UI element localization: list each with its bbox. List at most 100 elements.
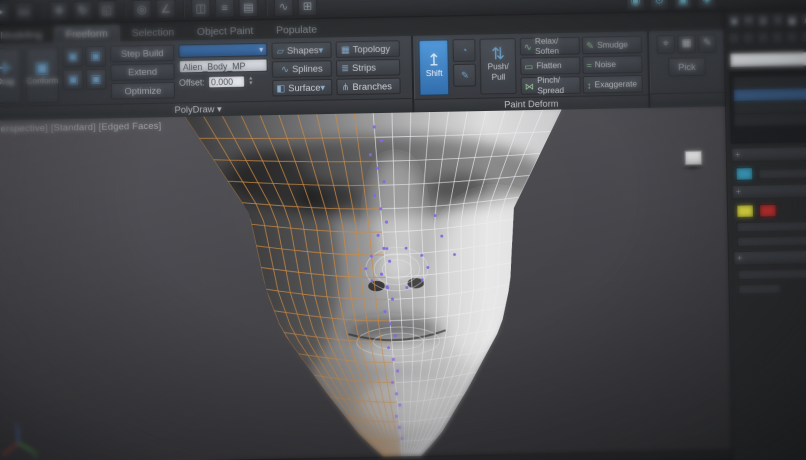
mirror-icon[interactable]: ◫ <box>190 0 211 19</box>
perspective-viewport[interactable]: [Perspective] [Standard] [Edged Faces] y… <box>0 106 732 460</box>
move-icon[interactable]: ✛ <box>49 1 70 22</box>
topology-button[interactable]: ▦ Topology <box>335 40 401 59</box>
push-pull-button[interactable]: ⇅ Push/ Pull <box>479 38 517 95</box>
render-setup-icon[interactable]: ⚙ <box>649 0 670 11</box>
draw-on-surface-dropdown[interactable]: Alien_Body_MP <box>178 58 268 74</box>
conform-label: Conform <box>26 75 59 86</box>
polydraw-brush-icon[interactable]: ▣ <box>85 68 107 90</box>
paint-options-icon[interactable]: ◔ <box>452 38 477 62</box>
layer-manager-icon[interactable]: ▤ <box>238 0 259 18</box>
surface-icon: ◧ <box>276 82 286 94</box>
modifier-list-dropdown[interactable] <box>729 50 806 69</box>
surface-button[interactable]: ◧ Surface ▾ <box>272 78 333 97</box>
shapes-button[interactable]: ▱ Shapes ▾ <box>271 41 332 60</box>
pinch-icon: ⋈ <box>524 80 535 92</box>
rollout-header[interactable]: + <box>730 146 806 163</box>
display-color-swatch[interactable] <box>735 166 754 181</box>
strips-button[interactable]: ≣ Strips <box>335 58 401 77</box>
wireframe-color-swatch[interactable] <box>758 203 777 218</box>
face-mesh-model[interactable] <box>181 109 581 460</box>
toolbar-separator <box>123 1 125 19</box>
pick-tool-icon[interactable]: ⌖ <box>656 34 676 54</box>
pick-button[interactable]: Pick <box>668 57 706 77</box>
paint-deform-panel: ↥ Shift ◔ ✎ ⇅ Push/ Pull ∿ Relax/ Soften <box>413 31 649 114</box>
stack-row-selected[interactable] <box>733 88 806 102</box>
category-icon[interactable] <box>727 31 741 45</box>
push-pull-icon: ⇅ <box>490 45 506 64</box>
surface-name: Alien_Body_MP <box>182 60 246 72</box>
tab-selection[interactable]: Selection <box>120 25 186 42</box>
stack-row[interactable] <box>733 75 806 89</box>
category-icon[interactable] <box>800 30 806 43</box>
tab-populate[interactable]: Populate <box>265 22 329 39</box>
render-production-icon[interactable]: ◈ <box>696 0 717 10</box>
select-icon[interactable]: ➤ <box>0 2 11 23</box>
mini-control[interactable] <box>737 268 806 281</box>
axis-z-label: z <box>14 422 19 430</box>
tab-modeling[interactable]: Modeling <box>0 27 54 44</box>
rollout-header[interactable]: + <box>731 183 806 200</box>
shift-button[interactable]: ↥ Shift <box>418 39 450 96</box>
spinner-arrows-icon[interactable]: ▲ ▼ <box>248 75 253 86</box>
viewport-label[interactable]: [Perspective] [Standard] [Edged Faces] <box>0 120 161 134</box>
topology-icon: ▦ <box>340 44 350 55</box>
rendered-frame-icon[interactable]: ▣ <box>673 0 694 11</box>
branches-button[interactable]: ⋔ Branches <box>336 77 401 96</box>
curve-editor-icon[interactable]: ∿ <box>273 0 294 17</box>
hierarchy-tab-icon[interactable]: ⊙ <box>756 13 771 29</box>
options-icon[interactable]: ▦ <box>677 34 697 54</box>
polydraw-brush-icon[interactable]: ▣ <box>62 46 84 68</box>
conform-button[interactable]: ▣ Conform <box>25 46 60 104</box>
polydraw-title-label: PolyDraw <box>174 103 215 115</box>
align-icon[interactable]: ≡ <box>214 0 235 18</box>
polydraw-brush-icon[interactable]: ▣ <box>85 45 107 67</box>
select-region-icon[interactable]: ▭ <box>13 1 34 22</box>
rotate-icon[interactable]: ↻ <box>72 0 93 21</box>
box-object[interactable] <box>684 150 703 166</box>
drag-button[interactable]: ✛ Drag <box>0 47 23 105</box>
material-editor-icon[interactable]: ◉ <box>625 0 646 12</box>
relax-soften-button[interactable]: ∿ Relax/ Soften <box>519 36 581 56</box>
category-icon[interactable] <box>771 30 784 44</box>
category-icon[interactable] <box>785 30 799 44</box>
display-tab-icon[interactable]: ▦ <box>785 12 800 28</box>
stack-row[interactable] <box>734 100 806 114</box>
pinch-spread-button[interactable]: ⋈ Pinch/ Spread <box>520 74 581 96</box>
mini-control[interactable] <box>758 167 806 179</box>
modifier-stack-list[interactable] <box>729 70 806 144</box>
extend-button[interactable]: Extend <box>110 63 175 81</box>
exaggerate-button[interactable]: ↕ Exaggerate <box>582 74 643 94</box>
category-icon[interactable] <box>742 31 755 45</box>
rollout-header[interactable]: + <box>732 249 806 266</box>
step-build-button[interactable]: Step Build <box>109 44 175 63</box>
selection-color-swatch[interactable] <box>736 204 755 219</box>
flatten-button[interactable]: ▭ Flatten <box>520 56 581 76</box>
stack-row[interactable] <box>734 113 806 126</box>
angle-snap-icon[interactable]: ∠ <box>155 0 176 20</box>
category-icon[interactable] <box>756 31 770 44</box>
brush-settings-icon[interactable]: ✎ <box>453 63 477 87</box>
snaps-toggle-icon[interactable]: ◎ <box>131 0 152 20</box>
tab-object-paint[interactable]: Object Paint <box>185 23 264 40</box>
exaggerate-icon: ↕ <box>586 79 592 90</box>
mini-control[interactable] <box>736 220 806 233</box>
tab-freeform[interactable]: Freeform <box>53 24 121 43</box>
scale-icon[interactable]: ◱ <box>96 0 117 21</box>
optimize-button[interactable]: Optimize <box>110 81 176 100</box>
smudge-button[interactable]: ✎ Smudge <box>581 35 643 55</box>
motion-tab-icon[interactable]: ◔ <box>770 13 785 28</box>
create-tab-icon[interactable]: ✚ <box>727 14 742 29</box>
schematic-view-icon[interactable]: ⊞ <box>297 0 318 17</box>
modify-tab-icon[interactable]: ◠ <box>741 13 756 29</box>
noise-button[interactable]: ≈ Noise <box>582 55 643 74</box>
surface-pick-field[interactable]: ▾ <box>178 42 268 58</box>
brush-icon[interactable]: ✎ <box>697 34 717 54</box>
surface-label: Surface <box>288 82 321 94</box>
pinch-label: Pinch/ Spread <box>537 74 565 96</box>
mini-control[interactable] <box>736 235 806 248</box>
offset-spinner[interactable]: 0.000 <box>207 75 246 89</box>
splines-button[interactable]: ∿ Splines <box>271 60 333 78</box>
mini-control[interactable] <box>737 283 782 295</box>
utilities-tab-icon[interactable]: # <box>799 12 806 28</box>
polydraw-brush-icon[interactable]: ▣ <box>62 69 84 91</box>
